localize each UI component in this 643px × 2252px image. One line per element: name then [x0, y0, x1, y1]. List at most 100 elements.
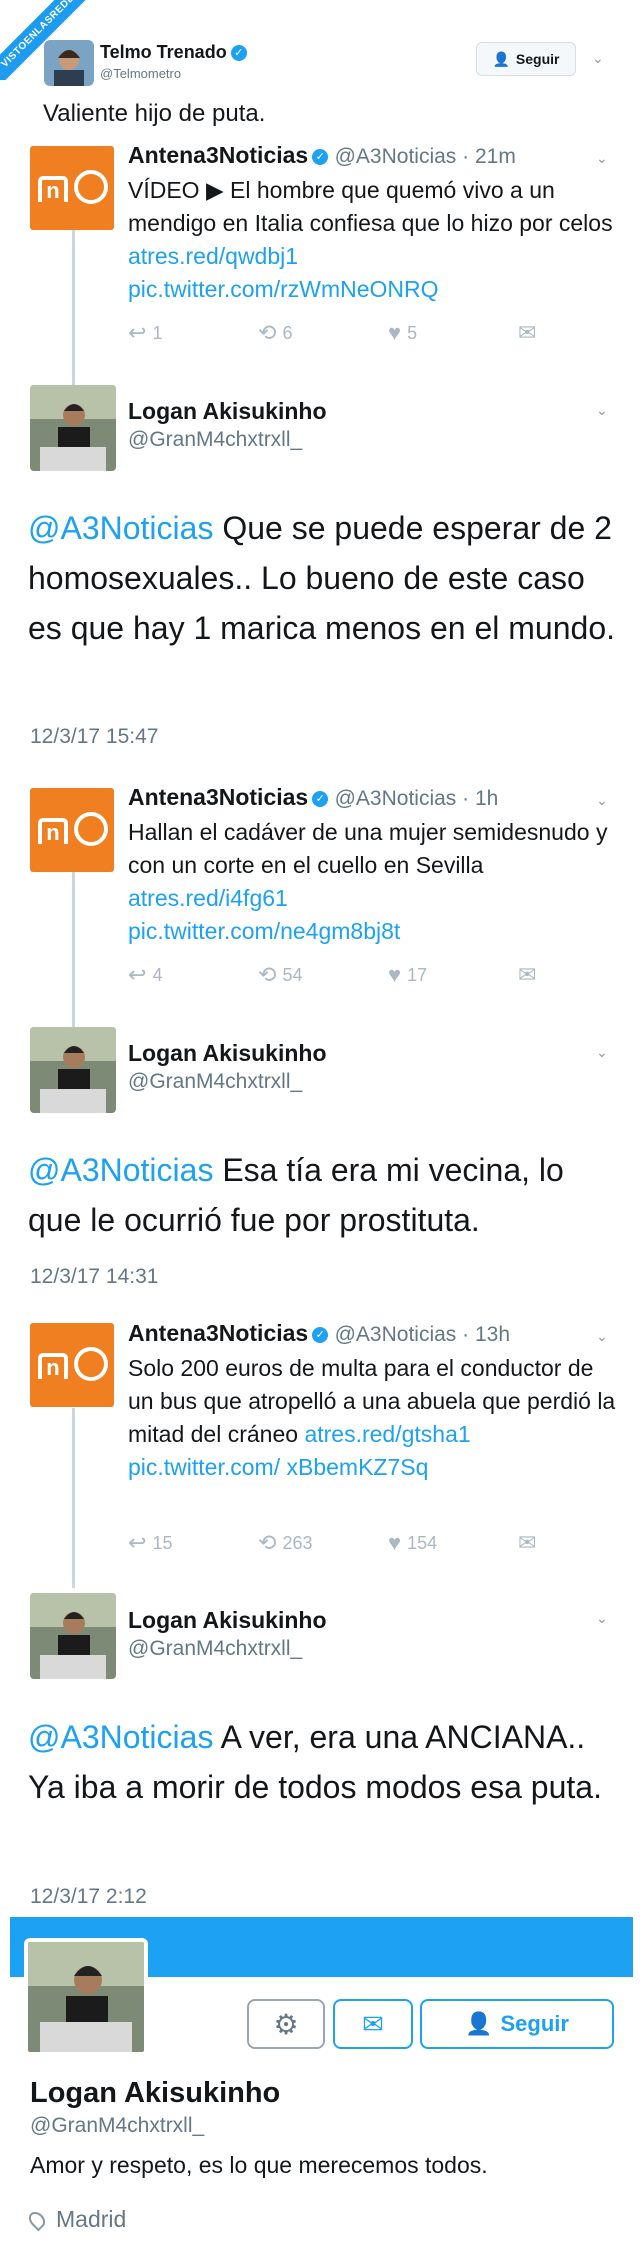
like-action[interactable]: ♥ 5 [388, 320, 518, 346]
profile-avatar[interactable] [24, 1938, 148, 2056]
chevron-down-icon[interactable]: ⌄ [592, 50, 604, 67]
chevron-down-icon[interactable]: ⌄ [596, 150, 608, 167]
retweet-icon: ⟲ [258, 1530, 277, 1555]
media-link[interactable]: pic.twitter.com/ne4gm8bj8t [128, 918, 400, 944]
author-name[interactable]: Telmo Trenado ✓ [100, 42, 247, 63]
profile-bio: Amor y respeto, es lo que merecemos todo… [30, 2152, 488, 2178]
profile-handle: @GranM4chxtrxll_ [30, 2114, 205, 2137]
media-link[interactable]: pic.twitter.com/rzWmNeONRQ [128, 276, 439, 302]
chevron-down-icon[interactable]: ⌄ [596, 1328, 608, 1345]
reply-text: @A3Noticias A ver, era una ANCIANA.. Ya … [28, 1719, 602, 1805]
tweet-actions: ↩ 15 ⟲ 263 ♥ 154 ✉ [128, 1530, 643, 1556]
avatar[interactable] [30, 1027, 116, 1113]
envelope-icon: ✉ [518, 962, 537, 987]
reply-action[interactable]: ↩ 15 [128, 1530, 258, 1556]
quoted-time[interactable]: 13h [475, 1323, 510, 1346]
link[interactable]: atres.red/qwdbj1 [128, 243, 298, 269]
thread-line [72, 226, 75, 386]
add-user-icon: 👤 [465, 2011, 493, 2036]
tweet-actions: ↩ 4 ⟲ 54 ♥ 17 ✉ [128, 962, 643, 988]
retweet-icon: ⟲ [258, 962, 277, 987]
message-action[interactable]: ✉ [518, 962, 643, 988]
reply-author-name[interactable]: Logan Akisukinho [128, 1040, 327, 1067]
quoted-author-name[interactable]: Antena3Noticias [128, 784, 308, 810]
link[interactable]: atres.red/gtsha1 [304, 1421, 470, 1447]
verified-icon: ✓ [230, 45, 247, 62]
avatar[interactable] [30, 1593, 116, 1679]
tweet-actions: ↩ 1 ⟲ 6 ♥ 5 ✉ [128, 320, 643, 346]
tweet-header: Telmo Trenado ✓ @Telmometro 👤 Seguir ⌄ [40, 36, 620, 88]
chevron-down-icon[interactable]: ⌄ [596, 402, 608, 419]
antena3-logo[interactable]: n [30, 788, 114, 872]
retweet-action[interactable]: ⟲ 54 [258, 962, 388, 988]
reply-icon: ↩ [128, 1530, 147, 1555]
profile-location: Madrid [25, 2206, 126, 2233]
thread-line [72, 1408, 75, 1588]
retweet-action[interactable]: ⟲ 6 [258, 320, 388, 346]
envelope-icon: ✉ [518, 320, 537, 345]
verified-icon: ✓ [312, 1326, 329, 1343]
mention-link[interactable]: @A3Noticias [28, 510, 213, 546]
reply-timestamp[interactable]: 12/3/17 2:12 [30, 1885, 147, 1909]
quoted-author-name[interactable]: Antena3Noticias [128, 1320, 308, 1346]
settings-button[interactable]: ⚙ [247, 1999, 325, 2049]
author-handle[interactable]: @Telmometro [100, 66, 181, 81]
reply-timestamp[interactable]: 12/3/17 15:47 [30, 725, 158, 749]
envelope-icon: ✉ [518, 1530, 537, 1555]
chevron-down-icon[interactable]: ⌄ [596, 1610, 608, 1627]
quoted-tweet-text: VÍDEO ▶ El hombre que quemó vivo a un me… [128, 177, 613, 302]
reply-icon: ↩ [128, 962, 147, 987]
tweet-text: Valiente hijo de puta. [43, 100, 266, 127]
thread-line [72, 870, 75, 1030]
heart-icon: ♥ [388, 320, 402, 345]
reply-author-name[interactable]: Logan Akisukinho [128, 398, 327, 425]
message-action[interactable]: ✉ [518, 320, 643, 346]
reply-author-handle[interactable]: @GranM4chxtrxll_ [128, 1070, 302, 1094]
quoted-tweet-text: Solo 200 euros de multa para el conducto… [128, 1355, 616, 1480]
reply-text: @A3Noticias Que se puede esperar de 2 ho… [28, 510, 615, 646]
mention-link[interactable]: @A3Noticias [28, 1152, 213, 1188]
message-button[interactable]: ✉ [333, 1999, 413, 2049]
add-user-icon: 👤 [492, 50, 510, 67]
antena3-logo[interactable]: n [30, 146, 114, 230]
follow-button[interactable]: 👤 Seguir [476, 42, 576, 76]
quoted-time[interactable]: 1h [475, 787, 498, 810]
reply-icon: ↩ [128, 320, 147, 345]
location-pin-icon [25, 2208, 49, 2231]
reply-author-handle[interactable]: @GranM4chxtrxll_ [128, 1637, 302, 1661]
like-action[interactable]: ♥ 17 [388, 962, 518, 988]
quoted-tweet-header: Antena3Noticias ✓ @A3Noticias · 21m [128, 142, 516, 168]
quoted-tweet-header: Antena3Noticias ✓ @A3Noticias · 1h [128, 784, 499, 810]
quoted-tweet-text: Hallan el cadáver de una mujer semidesnu… [128, 819, 608, 944]
reply-text: @A3Noticias Esa tía era mi vecina, lo qu… [28, 1152, 564, 1238]
quoted-tweet-header: Antena3Noticias ✓ @A3Noticias · 13h [128, 1320, 511, 1346]
reply-author-handle[interactable]: @GranM4chxtrxll_ [128, 428, 302, 452]
quoted-time[interactable]: 21m [475, 145, 516, 168]
heart-icon: ♥ [388, 962, 402, 987]
reply-action[interactable]: ↩ 4 [128, 962, 258, 988]
avatar[interactable] [44, 40, 94, 86]
profile-name: Logan Akisukinho [30, 2077, 281, 2109]
reply-timestamp[interactable]: 12/3/17 14:31 [30, 1265, 158, 1289]
retweet-action[interactable]: ⟲ 263 [258, 1530, 388, 1556]
quoted-author-handle[interactable]: @A3Noticias [335, 145, 457, 168]
quoted-author-handle[interactable]: @A3Noticias [335, 787, 457, 810]
like-action[interactable]: ♥ 154 [388, 1530, 518, 1556]
quoted-author-handle[interactable]: @A3Noticias [335, 1323, 457, 1346]
reply-author-name[interactable]: Logan Akisukinho [128, 1607, 327, 1634]
follow-button[interactable]: 👤 Seguir [420, 1999, 614, 2049]
message-action[interactable]: ✉ [518, 1530, 643, 1556]
gear-icon: ⚙ [273, 2008, 299, 2040]
mention-link[interactable]: @A3Noticias [28, 1719, 213, 1755]
quoted-author-name[interactable]: Antena3Noticias [128, 142, 308, 168]
verified-icon: ✓ [312, 148, 329, 165]
link[interactable]: atres.red/i4fg61 [128, 885, 288, 911]
reply-action[interactable]: ↩ 1 [128, 320, 258, 346]
chevron-down-icon[interactable]: ⌄ [596, 1044, 608, 1061]
avatar[interactable] [30, 385, 116, 471]
verified-icon: ✓ [312, 790, 329, 807]
chevron-down-icon[interactable]: ⌄ [596, 792, 608, 809]
media-link[interactable]: pic.twitter.com/ xBbemKZ7Sq [128, 1454, 428, 1480]
retweet-icon: ⟲ [258, 320, 277, 345]
antena3-logo[interactable]: n [30, 1323, 114, 1407]
